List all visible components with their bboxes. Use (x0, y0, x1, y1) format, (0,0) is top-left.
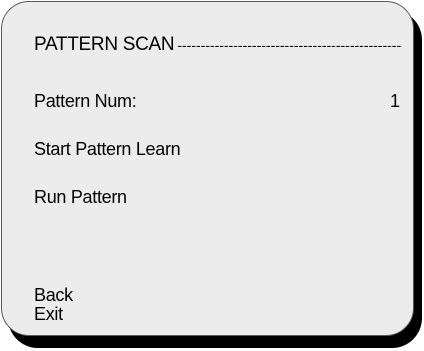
pattern-num-label: Pattern Num: (34, 91, 137, 111)
osd-menu-panel: PATTERN SCAN ---------------------------… (1, 1, 414, 336)
menu-title-row: PATTERN SCAN ---------------------------… (34, 35, 402, 55)
menu-item-run-pattern[interactable]: Run Pattern (34, 187, 127, 207)
menu-title: PATTERN SCAN (34, 34, 175, 55)
menu-item-back[interactable]: Back (34, 285, 73, 305)
title-divider: ----------------------------------------… (177, 37, 402, 53)
menu-item-start-pattern-learn[interactable]: Start Pattern Learn (34, 139, 181, 159)
menu-item-pattern-num[interactable]: Pattern Num: (34, 91, 137, 111)
pattern-num-value[interactable]: 1 (390, 91, 400, 111)
menu-item-exit[interactable]: Exit (34, 304, 63, 324)
